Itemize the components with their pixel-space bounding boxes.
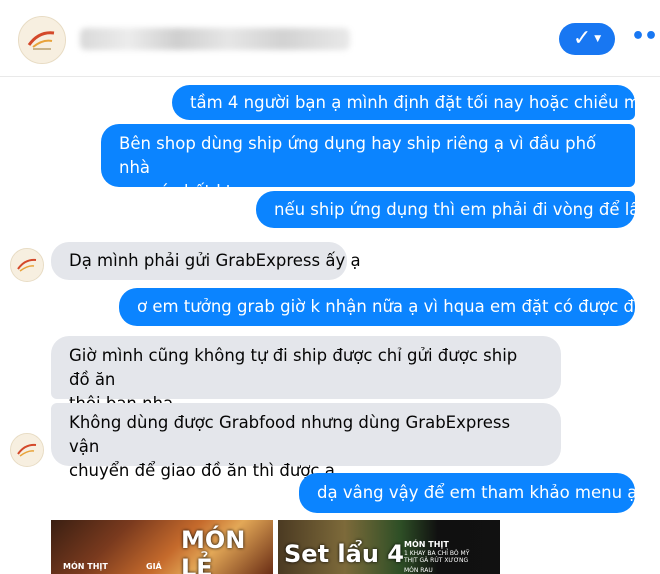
message-text: Dạ mình phải gửi GrabExpress ấy ạ [69, 251, 361, 270]
attachment-label: MÓN THỊT [404, 540, 449, 549]
conversation-header: ✓ ▼ ••• [0, 0, 660, 77]
message-bubble-outgoing[interactable]: tầm 4 người bạn ạ mình định đặt tối nay … [172, 85, 655, 120]
attachment-title: Set lẩu 4 [284, 540, 404, 568]
message-bubble-outgoing[interactable]: Bên shop dùng ship ứng dụng hay ship riê… [101, 124, 635, 201]
attachment-label: MÓN THỊT [63, 562, 108, 571]
menu-image-attachment[interactable]: Set lẩu 4 MÓN THỊT 1 KHAY BA CHỈ BÒ MỸ T… [278, 520, 500, 574]
contact-avatar-small[interactable] [10, 433, 44, 467]
attachment-title: MÓN LẺ [181, 526, 246, 574]
menu-image-attachment[interactable]: MÓN LẺ MÓN THỊT GIÁ [51, 520, 273, 574]
attachment-label: GIÁ [146, 562, 162, 571]
contact-name-blurred [80, 28, 350, 50]
message-bubble-outgoing[interactable]: ơ em tưởng grab giờ k nhận nữa ạ vì hqua… [119, 288, 655, 326]
message-bubble-incoming[interactable]: Dạ mình phải gửi GrabExpress ấy ạ [51, 242, 361, 280]
message-bubble-outgoing[interactable]: nếu ship ứng dụng thì em phải đi vòng để… [256, 191, 649, 228]
message-bubble-incoming[interactable]: Không dùng được Grabfood nhưng dùng Grab… [51, 403, 561, 480]
message-text: tầm 4 người bạn ạ mình định đặt tối nay … [190, 92, 655, 112]
attachment-label: 1 KHAY BA CHỈ BÒ MỸ [404, 550, 470, 557]
more-dots-icon[interactable]: ••• [631, 26, 660, 50]
message-bubble-outgoing[interactable]: dạ vâng vậy để em tham khảo menu ạ [299, 473, 638, 513]
message-text: nếu ship ứng dụng thì em phải đi vòng để… [274, 199, 650, 219]
contact-avatar-small[interactable] [10, 248, 44, 282]
contact-avatar[interactable] [18, 16, 66, 64]
chevron-down-icon: ▼ [594, 34, 602, 44]
status-dropdown-button[interactable]: ✓ ▼ [559, 23, 615, 55]
message-text: dạ vâng vậy để em tham khảo menu ạ [317, 483, 638, 502]
attachment-label: MÓN RAU [404, 567, 433, 574]
message-bubble-incoming[interactable]: Giờ mình cũng không tự đi ship được chỉ … [51, 336, 561, 413]
check-icon: ✓ [572, 26, 592, 51]
message-text: ơ em tưởng grab giờ k nhận nữa ạ vì hqua… [137, 297, 655, 316]
attachment-label: THỊT GÀ RÚT XƯƠNG [404, 557, 469, 564]
